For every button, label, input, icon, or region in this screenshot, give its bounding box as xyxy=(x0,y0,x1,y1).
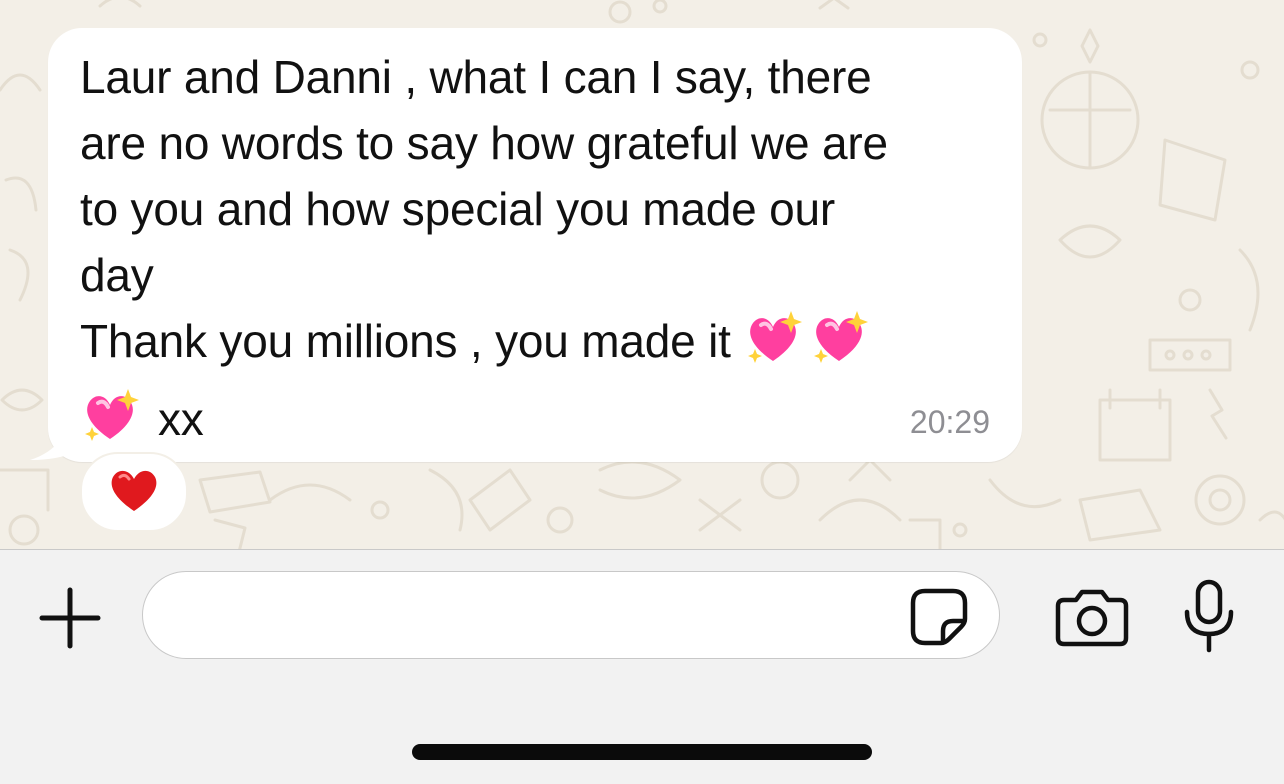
reaction-pill[interactable] xyxy=(80,452,188,532)
camera-icon xyxy=(1055,589,1129,647)
message-line: are no words to say how grateful we are xyxy=(80,117,888,169)
message-line-5: Thank you millions , you made it xyxy=(80,308,1000,386)
chat-area: Laur and Danni , what I can I say, there… xyxy=(0,0,1284,549)
home-indicator xyxy=(412,744,872,760)
plus-icon xyxy=(39,587,101,649)
message-input[interactable] xyxy=(142,571,1000,659)
message-line-text: Thank you millions , you made it xyxy=(80,315,731,367)
microphone-button[interactable] xyxy=(1176,576,1242,656)
message-line-text: xx xyxy=(158,393,204,445)
sticker-button[interactable] xyxy=(908,586,970,648)
message-line-6: xx xyxy=(80,386,1000,464)
message-timestamp: 20:29 xyxy=(909,404,990,440)
microphone-icon xyxy=(1184,579,1234,653)
sparkling-heart-icon xyxy=(743,309,803,386)
message-line: day xyxy=(80,249,154,301)
message-line: to you and how special you made our xyxy=(80,183,836,235)
camera-button[interactable] xyxy=(1052,584,1132,650)
sparkling-heart-icon xyxy=(809,309,869,386)
sticker-icon xyxy=(910,588,968,646)
bubble-tail xyxy=(30,404,84,460)
message-text: Laur and Danni , what I can I say, there… xyxy=(80,44,1000,464)
attach-button[interactable] xyxy=(36,584,104,652)
message-line: Laur and Danni , what I can I say, there xyxy=(80,51,872,103)
red-heart-icon xyxy=(109,467,159,518)
